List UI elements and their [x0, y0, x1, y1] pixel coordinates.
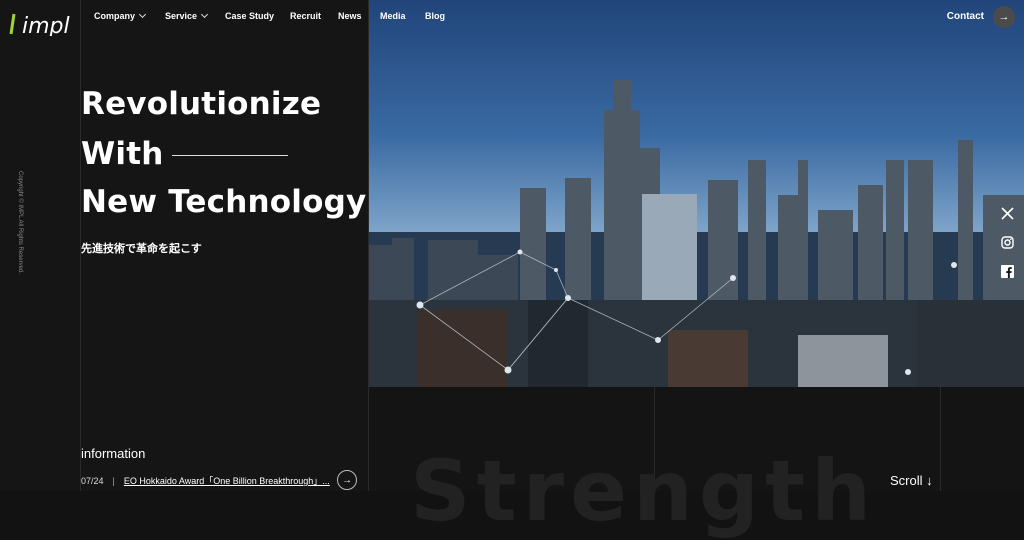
nav-case-study[interactable]: Case Study: [225, 11, 274, 21]
copyright-text: Copyright © IMPL All Rights Reserved.: [17, 171, 23, 274]
hero-line-3: New Technology: [81, 184, 367, 220]
news-separator: |: [112, 475, 115, 486]
nav-news[interactable]: News: [338, 11, 362, 21]
hero-divider: [172, 155, 288, 156]
arrow-right-icon: →: [998, 11, 1010, 23]
scroll-label: Scroll: [890, 473, 923, 488]
contact-button[interactable]: →: [993, 6, 1015, 28]
nav-media[interactable]: Media: [380, 11, 406, 21]
contact-link[interactable]: Contact: [947, 11, 984, 22]
nav-company[interactable]: Company: [94, 10, 147, 21]
arrow-down-icon: ↓: [926, 473, 933, 488]
hero-city-image: [368, 0, 1024, 387]
hero-line-2: With: [81, 136, 164, 172]
instagram-icon[interactable]: [1000, 235, 1014, 249]
chevron-down-icon: [138, 10, 147, 19]
news-item[interactable]: 07/24 | EO Hokkaido Award「One Billion Br…: [81, 474, 330, 487]
nav-company-label: Company: [94, 11, 136, 21]
information-label: information: [81, 446, 146, 461]
nav-service-label: Service: [165, 11, 198, 21]
facebook-icon[interactable]: [1000, 264, 1014, 278]
grid-line: [368, 0, 369, 491]
scroll-indicator[interactable]: Scroll ↓: [890, 473, 933, 488]
arrow-right-icon: →: [342, 474, 352, 486]
grid-line: [940, 387, 941, 491]
nav-service[interactable]: Service: [165, 10, 209, 21]
top-nav: Company Service Case Study Recruit News …: [0, 0, 1024, 36]
news-title-link[interactable]: EO Hokkaido Award「One Billion Breakthrou…: [124, 474, 330, 487]
hero-line-1: Revolutionize: [81, 86, 322, 122]
nav-recruit[interactable]: Recruit: [290, 11, 321, 21]
news-more-button[interactable]: →: [337, 470, 357, 490]
chevron-down-icon: [200, 10, 209, 19]
nav-blog[interactable]: Blog: [425, 11, 445, 21]
background-word: Strength: [410, 442, 877, 540]
news-date: 07/24: [81, 475, 104, 486]
hero-subtitle: 先進技術で革命を起こす: [81, 243, 202, 255]
x-icon[interactable]: [1000, 206, 1014, 220]
